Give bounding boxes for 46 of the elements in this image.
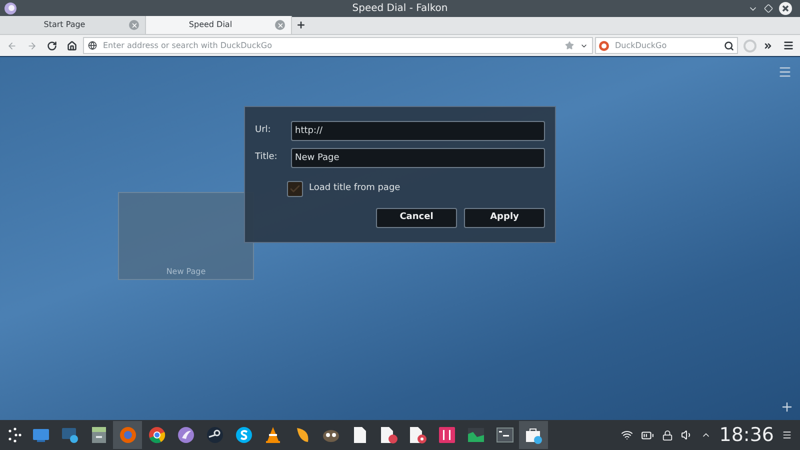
shopping-bag-icon: [524, 426, 542, 444]
app-logo-icon: [4, 2, 17, 15]
system-graph-icon: [466, 427, 484, 443]
window-title: Speed Dial - Falkon: [352, 2, 448, 16]
double-chevron-icon[interactable]: [763, 40, 773, 50]
add-button[interactable]: [780, 400, 794, 414]
browser-tab[interactable]: Start Page: [0, 16, 146, 34]
menu-icon[interactable]: [782, 430, 792, 440]
duck-logo-icon: [599, 40, 609, 50]
new-tab-icon[interactable]: [296, 20, 306, 30]
taskbar-item[interactable]: [519, 421, 548, 449]
browser-circle-icon: [148, 426, 166, 444]
close-icon[interactable]: [779, 2, 792, 15]
maximize-button[interactable]: [764, 4, 773, 13]
address-field[interactable]: Enter address or search with DuckDuckGo: [83, 37, 593, 54]
battery-icon[interactable]: [641, 428, 654, 442]
check-icon: [289, 183, 301, 195]
checkbox-label: Load title from page: [309, 182, 400, 196]
search-input[interactable]: DuckDuckGo: [615, 40, 718, 52]
s-letter-bubble-icon: [234, 426, 252, 444]
mascot-face-icon: [322, 427, 340, 443]
bird-circle-icon: [176, 426, 194, 444]
terminal-icon: [496, 427, 514, 443]
app-launcher-icon[interactable]: [7, 427, 23, 443]
browser-tab[interactable]: Speed Dial: [146, 16, 292, 34]
clock[interactable]: 18:36: [719, 426, 774, 444]
tab-close-icon[interactable]: [275, 20, 285, 30]
tab-close-icon[interactable]: [129, 20, 139, 30]
dialog-button[interactable]: Apply: [464, 208, 545, 228]
address-input[interactable]: Enter address or search with DuckDuckGo: [103, 40, 559, 52]
search-icon[interactable]: [724, 40, 734, 50]
traffic-cone-icon: [264, 426, 282, 444]
title-input[interactable]: New Page: [291, 148, 545, 168]
url-label: Url:: [255, 124, 272, 138]
screen-capture-icon: [60, 426, 78, 444]
desktop-icon: [32, 427, 50, 443]
lock-icon[interactable]: [662, 430, 674, 440]
url-input[interactable]: http://: [291, 121, 545, 141]
globe-icon: [88, 41, 97, 50]
bookmark-star-icon[interactable]: [565, 41, 574, 50]
document-icon: [352, 426, 366, 444]
file-cabinet-icon: [90, 426, 106, 444]
search-field[interactable]: DuckDuckGo: [595, 37, 738, 54]
checkbox[interactable]: [287, 181, 303, 197]
dialog-button[interactable]: Cancel: [376, 208, 457, 228]
title-label: Title:: [255, 151, 278, 164]
